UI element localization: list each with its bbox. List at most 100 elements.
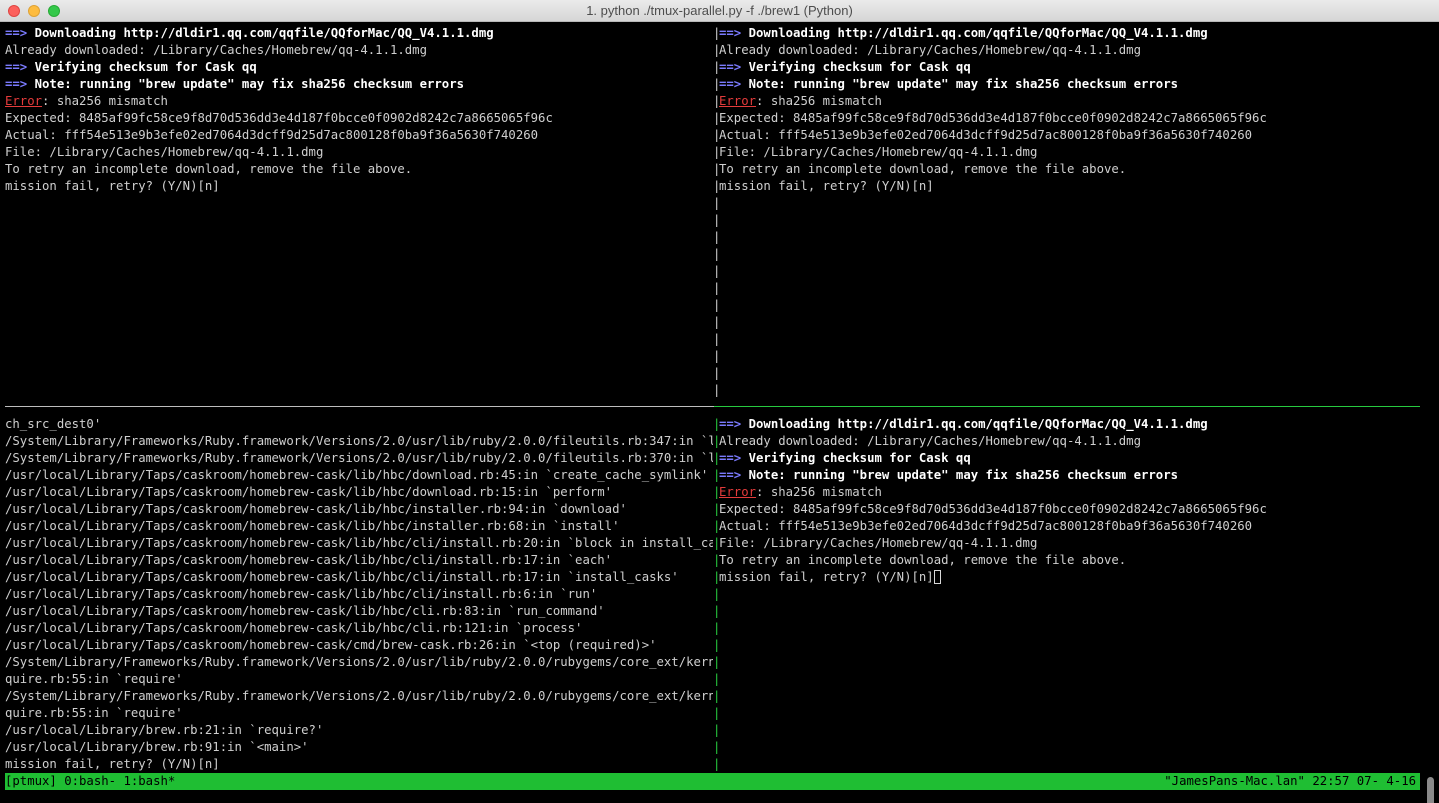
error-label: Error: [719, 94, 757, 108]
terminal-line: mission fail, retry? (Y/N)[n]: [719, 178, 1419, 195]
bold-text: Verifying checksum for Cask qq: [741, 60, 971, 74]
line-text: /usr/local/Library/Taps/caskroom/homebre…: [5, 604, 605, 618]
terminal-line: Error: sha256 mismatch: [719, 484, 1419, 501]
bold-text: Downloading http://dldir1.qq.com/qqfile/…: [741, 26, 1208, 40]
terminal-line: /usr/local/Library/Taps/caskroom/homebre…: [5, 484, 713, 501]
line-text: /usr/local/Library/Taps/caskroom/homebre…: [5, 553, 613, 567]
terminal-line: /usr/local/Library/Taps/caskroom/homebre…: [5, 569, 713, 586]
line-text: mission fail, retry? (Y/N)[n]: [5, 179, 220, 193]
terminal-line: /usr/local/Library/brew.rb:21:in `requir…: [5, 722, 713, 739]
line-text: Actual: fff54e513e9b3efe02ed7064d3dcff9d…: [719, 128, 1253, 142]
line-text: /usr/local/Library/Taps/caskroom/homebre…: [5, 485, 613, 499]
pane-top-left[interactable]: ==> Downloading http://dldir1.qq.com/qqf…: [5, 25, 713, 400]
title-bar[interactable]: 1. python ./tmux-parallel.py -f ./brew1 …: [0, 0, 1439, 22]
terminal-line: /usr/local/Library/Taps/caskroom/homebre…: [5, 501, 713, 518]
terminal-cursor: [933, 570, 941, 584]
terminal-line: /usr/local/Library/Taps/caskroom/homebre…: [5, 620, 713, 637]
terminal-line: Actual: fff54e513e9b3efe02ed7064d3dcff9d…: [719, 518, 1419, 535]
line-text: /usr/local/Library/Taps/caskroom/homebre…: [5, 519, 620, 533]
terminal-line: quire.rb:55:in `require': [5, 705, 713, 722]
terminal-area[interactable]: ==> Downloading http://dldir1.qq.com/qqf…: [0, 22, 1439, 803]
bold-text: Note: running "brew update" may fix sha2…: [741, 468, 1179, 482]
terminal-line: Expected: 8485af99fc58ce9f8d70d536dd3e4d…: [5, 110, 713, 127]
line-text: Already downloaded: /Library/Caches/Home…: [5, 43, 427, 57]
prompt-arrow: ==>: [719, 451, 742, 465]
terminal-line: ==> Note: running "brew update" may fix …: [5, 76, 713, 93]
terminal-line: /System/Library/Frameworks/Ruby.framewor…: [5, 654, 713, 671]
pane-top-right[interactable]: ==> Downloading http://dldir1.qq.com/qqf…: [719, 25, 1419, 400]
terminal-line: Expected: 8485af99fc58ce9f8d70d536dd3e4d…: [719, 501, 1419, 518]
terminal-line: Already downloaded: /Library/Caches/Home…: [5, 42, 713, 59]
line-text: File: /Library/Caches/Homebrew/qq-4.1.1.…: [719, 145, 1038, 159]
prompt-arrow: ==>: [719, 26, 742, 40]
line-text: ch_src_dest0': [5, 417, 102, 431]
line-text: /System/Library/Frameworks/Ruby.framewor…: [5, 451, 713, 465]
terminal-line: ch_src_dest0': [5, 416, 713, 433]
window-title: 1. python ./tmux-parallel.py -f ./brew1 …: [586, 3, 853, 18]
bold-text: Verifying checksum for Cask qq: [27, 60, 257, 74]
prompt-arrow: ==>: [5, 26, 28, 40]
scrollbar-thumb[interactable]: [1427, 777, 1434, 803]
terminal-line: mission fail, retry? (Y/N)[n]: [719, 569, 1419, 586]
terminal-line: /System/Library/Frameworks/Ruby.framewor…: [5, 688, 713, 705]
line-text: /usr/local/Library/Taps/caskroom/homebre…: [5, 587, 598, 601]
terminal-line: /usr/local/Library/Taps/caskroom/homebre…: [5, 603, 713, 620]
pane-divider-horizontal-left[interactable]: [5, 406, 714, 407]
terminal-line: ==> Verifying checksum for Cask qq: [719, 59, 1419, 76]
prompt-arrow: ==>: [5, 60, 28, 74]
line-text: /usr/local/Library/Taps/caskroom/homebre…: [5, 468, 709, 482]
prompt-arrow: ==>: [719, 60, 742, 74]
line-text: Expected: 8485af99fc58ce9f8d70d536dd3e4d…: [719, 502, 1267, 516]
terminal-line: Actual: fff54e513e9b3efe02ed7064d3dcff9d…: [5, 127, 713, 144]
pane-bottom-right-active[interactable]: ==> Downloading http://dldir1.qq.com/qqf…: [719, 416, 1419, 773]
terminal-line: Error: sha256 mismatch: [5, 93, 713, 110]
line-text: Expected: 8485af99fc58ce9f8d70d536dd3e4d…: [719, 111, 1267, 125]
tmux-status-bar: [ptmux] 0:bash- 1:bash* "JamesPans-Mac.l…: [5, 773, 1420, 790]
line-text: Already downloaded: /Library/Caches/Home…: [719, 43, 1141, 57]
prompt-arrow: ==>: [719, 468, 742, 482]
terminal-line: ==> Downloading http://dldir1.qq.com/qqf…: [719, 416, 1419, 433]
prompt-arrow: ==>: [719, 77, 742, 91]
bold-text: Downloading http://dldir1.qq.com/qqfile/…: [741, 417, 1208, 431]
terminal-line: /usr/local/Library/Taps/caskroom/homebre…: [5, 518, 713, 535]
terminal-line: ==> Verifying checksum for Cask qq: [5, 59, 713, 76]
line-text: Expected: 8485af99fc58ce9f8d70d536dd3e4d…: [5, 111, 553, 125]
prompt-arrow: ==>: [5, 77, 28, 91]
line-text: : sha256 mismatch: [756, 485, 882, 499]
terminal-line: /System/Library/Frameworks/Ruby.framewor…: [5, 433, 713, 450]
terminal-line: /usr/local/Library/brew.rb:91:in `<main>…: [5, 739, 713, 756]
status-window-list[interactable]: [ptmux] 0:bash- 1:bash*: [5, 773, 175, 790]
line-text: mission fail, retry? (Y/N)[n]: [719, 179, 934, 193]
terminal-line: To retry an incomplete download, remove …: [719, 552, 1419, 569]
terminal-line: quire.rb:55:in `require': [5, 671, 713, 688]
line-text: : sha256 mismatch: [756, 94, 882, 108]
pane-divider-horizontal-right-active[interactable]: [714, 406, 1420, 407]
terminal-line: /usr/local/Library/Taps/caskroom/homebre…: [5, 637, 713, 654]
line-text: Actual: fff54e513e9b3efe02ed7064d3dcff9d…: [719, 519, 1253, 533]
terminal-line: Error: sha256 mismatch: [719, 93, 1419, 110]
line-text: /usr/local/Library/Taps/caskroom/homebre…: [5, 621, 583, 635]
terminal-line: ==> Verifying checksum for Cask qq: [719, 450, 1419, 467]
terminal-line: Actual: fff54e513e9b3efe02ed7064d3dcff9d…: [719, 127, 1419, 144]
line-text: mission fail, retry? (Y/N)[n]: [719, 570, 934, 584]
bold-text: Downloading http://dldir1.qq.com/qqfile/…: [27, 26, 494, 40]
terminal-line: /System/Library/Frameworks/Ruby.framewor…: [5, 450, 713, 467]
terminal-line: File: /Library/Caches/Homebrew/qq-4.1.1.…: [719, 535, 1419, 552]
terminal-line: ==> Note: running "brew update" may fix …: [719, 467, 1419, 484]
bold-text: Note: running "brew update" may fix sha2…: [741, 77, 1179, 91]
terminal-line: /usr/local/Library/Taps/caskroom/homebre…: [5, 535, 713, 552]
status-host-clock: "JamesPans-Mac.lan" 22:57 07- 4-16: [1164, 774, 1416, 788]
terminal-line: To retry an incomplete download, remove …: [5, 161, 713, 178]
line-text: To retry an incomplete download, remove …: [5, 162, 413, 176]
line-text: /usr/local/Library/Taps/caskroom/homebre…: [5, 638, 657, 652]
pane-bottom-left[interactable]: ch_src_dest0' /System/Library/Frameworks/…: [5, 416, 713, 773]
terminal-window: 1. python ./tmux-parallel.py -f ./brew1 …: [0, 0, 1439, 803]
line-text: /usr/local/Library/brew.rb:91:in `<main>…: [5, 740, 309, 754]
terminal-line: File: /Library/Caches/Homebrew/qq-4.1.1.…: [719, 144, 1419, 161]
error-label: Error: [5, 94, 43, 108]
line-text: To retry an incomplete download, remove …: [719, 553, 1127, 567]
terminal-line: To retry an incomplete download, remove …: [719, 161, 1419, 178]
terminal-line: mission fail, retry? (Y/N)[n]: [5, 756, 713, 773]
terminal-line: Already downloaded: /Library/Caches/Home…: [719, 433, 1419, 450]
line-text: /System/Library/Frameworks/Ruby.framewor…: [5, 689, 713, 703]
